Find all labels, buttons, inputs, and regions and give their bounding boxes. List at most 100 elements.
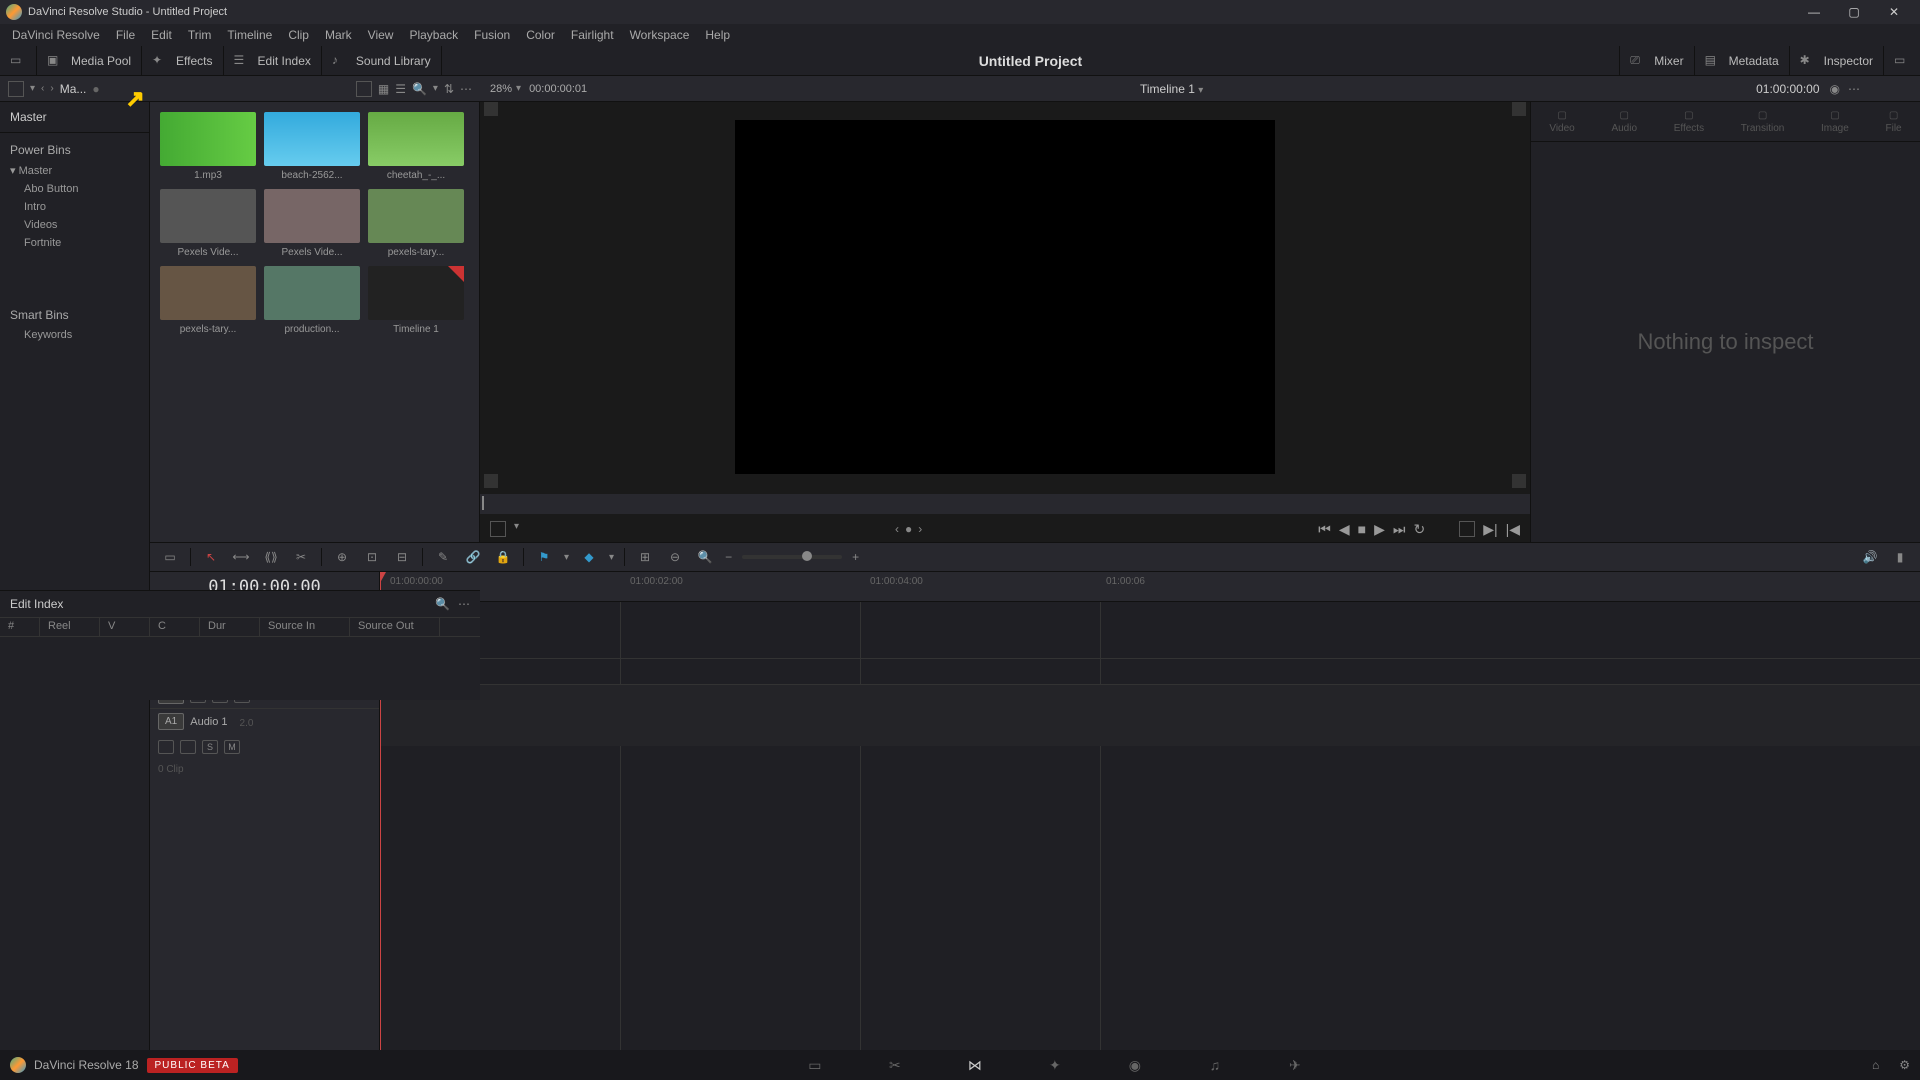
current-frame-icon[interactable]: ● [905, 522, 912, 536]
snap-icon[interactable]: ⊞ [635, 547, 655, 567]
menu-playback[interactable]: Playback [401, 28, 466, 42]
menu-view[interactable]: View [360, 28, 402, 42]
stop-button[interactable]: ■ [1358, 521, 1366, 538]
sidebar-toggle[interactable] [8, 81, 24, 97]
deliver-page-button[interactable]: ✈ [1285, 1057, 1305, 1073]
clip-item[interactable]: Pexels Vide... [264, 189, 360, 258]
bin-item[interactable]: Keywords [0, 326, 149, 344]
match-frame-icon[interactable] [484, 102, 498, 116]
edit-index-button[interactable]: ☰Edit Index [224, 46, 322, 75]
jump-end-icon[interactable] [1512, 102, 1526, 116]
bin-item[interactable]: Videos [0, 216, 149, 234]
fairlight-page-button[interactable]: ♫ [1205, 1057, 1225, 1073]
search-icon[interactable]: 🔍 [412, 82, 427, 96]
menu-fairlight[interactable]: Fairlight [563, 28, 622, 42]
bin-item[interactable]: Intro [0, 198, 149, 216]
minimize-button[interactable]: — [1794, 0, 1834, 24]
flag-icon[interactable]: ⚑ [534, 547, 554, 567]
arrow-tool[interactable]: ↖ [201, 547, 221, 567]
marker-icon[interactable]: ✎ [433, 547, 453, 567]
next-clip-button[interactable]: ▶| [1483, 521, 1497, 538]
clip-thumbnail[interactable] [368, 112, 464, 166]
zoom-in-icon[interactable]: 🔍 [695, 547, 715, 567]
overwrite-icon[interactable]: ⊡ [362, 547, 382, 567]
ei-column[interactable]: Source In [260, 618, 350, 636]
viewer-more-icon[interactable]: ⋯ [1848, 82, 1860, 96]
ei-column[interactable]: # [0, 618, 40, 636]
view-thumb-icon[interactable] [356, 81, 372, 97]
audio-track-header[interactable]: A1 Audio 1 2.0 S M 0 Clip [150, 708, 379, 768]
timeline-body[interactable]: 01:00:00:0001:00:02:0001:00:04:0001:00:0… [380, 572, 1920, 1050]
menu-mark[interactable]: Mark [317, 28, 360, 42]
zoom-out-icon[interactable]: ⊖ [665, 547, 685, 567]
bypass-icon[interactable]: ◉ [1830, 82, 1840, 96]
first-frame-button[interactable]: ⏮ [1318, 521, 1331, 538]
menu-trim[interactable]: Trim [180, 28, 220, 42]
clip-item[interactable]: 1.mp3 [160, 112, 256, 181]
zoom-dropdown-icon[interactable]: ▾ [516, 83, 521, 94]
transform-icon[interactable] [490, 521, 506, 537]
view-list-icon[interactable]: ☰ [395, 82, 406, 96]
view-grid-icon[interactable]: ▦ [378, 82, 389, 96]
menu-clip[interactable]: Clip [280, 28, 317, 42]
video-track[interactable] [380, 658, 1920, 684]
ei-column[interactable]: Source Out [350, 618, 440, 636]
timeline-ruler[interactable]: 01:00:00:0001:00:02:0001:00:04:0001:00:0… [380, 572, 1920, 602]
menu-edit[interactable]: Edit [143, 28, 180, 42]
search-dropdown-icon[interactable]: ▾ [433, 83, 438, 94]
clip-thumbnail[interactable] [264, 189, 360, 243]
viewer-screen[interactable] [735, 120, 1275, 474]
meter-icon[interactable]: ▮ [1890, 547, 1910, 567]
bin-item[interactable]: Master [0, 161, 149, 180]
link-icon[interactable]: 🔗 [463, 547, 483, 567]
mute-button[interactable]: M [224, 740, 240, 754]
layout-toggle[interactable]: ▭ [0, 46, 37, 75]
clip-item[interactable]: pexels-tary... [368, 189, 464, 258]
clip-item[interactable]: Pexels Vide... [160, 189, 256, 258]
a-autosel-icon[interactable] [180, 740, 196, 754]
ei-column[interactable]: V [100, 618, 150, 636]
ei-column[interactable]: Dur [200, 618, 260, 636]
home-icon[interactable]: ⌂ [1872, 1058, 1879, 1072]
power-bins-header[interactable]: Power Bins [0, 139, 149, 161]
dynamic-trim-tool[interactable]: ⟪⟫ [261, 547, 281, 567]
clip-item[interactable]: production... [264, 266, 360, 335]
clip-item[interactable]: pexels-tary... [160, 266, 256, 335]
sound-library-button[interactable]: ♪Sound Library [322, 46, 442, 75]
clip-thumbnail[interactable] [160, 112, 256, 166]
menu-fusion[interactable]: Fusion [466, 28, 518, 42]
ei-search-icon[interactable]: 🔍 [435, 597, 450, 611]
inspector-tab-image[interactable]: ▢Image [1821, 110, 1849, 134]
forward-button[interactable]: › [50, 83, 53, 94]
ei-more-icon[interactable]: ⋯ [458, 597, 470, 611]
inspector-tab-transition[interactable]: ▢Transition [1741, 110, 1785, 134]
prev-frame-button[interactable]: ◀ [1339, 521, 1350, 538]
next-frame-button[interactable]: ⏭ [1393, 521, 1406, 538]
audio-monitor-icon[interactable]: 🔊 [1860, 547, 1880, 567]
inspector-tab-video[interactable]: ▢Video [1549, 110, 1574, 134]
clip-thumbnail[interactable] [264, 266, 360, 320]
trim-tool[interactable]: ⟷ [231, 547, 251, 567]
menu-color[interactable]: Color [518, 28, 563, 42]
timeline-dropdown-icon[interactable]: ▾ [1198, 85, 1203, 96]
timeline-name[interactable]: Timeline 1 [1140, 82, 1195, 96]
clip-thumbnail[interactable] [160, 266, 256, 320]
menu-help[interactable]: Help [697, 28, 738, 42]
clip-item[interactable]: Timeline 1 [368, 266, 464, 335]
inspector-tab-file[interactable]: ▢File [1886, 110, 1902, 134]
sort-icon[interactable]: ⇅ [444, 82, 454, 96]
clip-item[interactable]: cheetah_-_... [368, 112, 464, 181]
a1-badge[interactable]: A1 [158, 713, 184, 730]
inspector-tab-audio[interactable]: ▢Audio [1611, 110, 1637, 134]
media-pool-button[interactable]: ▣Media Pool [37, 46, 142, 75]
blade-tool[interactable]: ✂ [291, 547, 311, 567]
lock-icon[interactable]: 🔒 [493, 547, 513, 567]
prev-edit-icon[interactable]: ‹ [895, 522, 899, 536]
settings-icon[interactable]: ⚙ [1899, 1058, 1910, 1072]
dropdown-icon[interactable]: ▾ [30, 83, 35, 94]
inspector-button[interactable]: ✱Inspector [1789, 46, 1883, 75]
metadata-button[interactable]: ▤Metadata [1694, 46, 1789, 75]
menu-timeline[interactable]: Timeline [219, 28, 280, 42]
bin-item[interactable]: Abo Button [0, 180, 149, 198]
edit-page-button[interactable]: ⋈ [965, 1057, 985, 1073]
